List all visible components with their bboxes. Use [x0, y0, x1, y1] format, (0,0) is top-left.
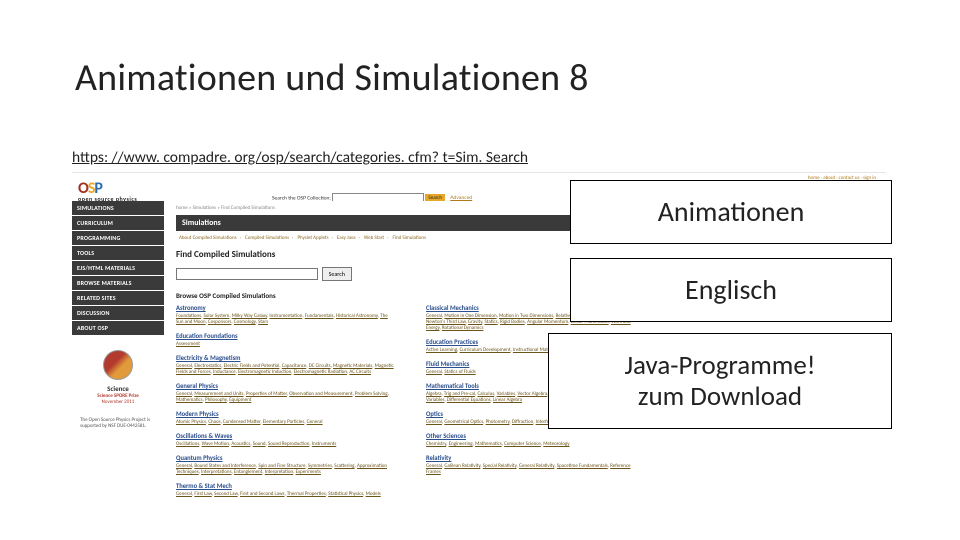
- tab-item[interactable]: Easy Java: [334, 235, 359, 241]
- category-block: Education FoundationsAssessment: [176, 332, 396, 347]
- category-heading[interactable]: Education Foundations: [176, 332, 396, 340]
- tab-item[interactable]: About Compiled Simulations: [176, 235, 240, 241]
- sponsor-text: The Open Source Physics Project is suppo…: [76, 417, 160, 430]
- category-links[interactable]: Oscillations, Wave Motion, Acoustics, So…: [176, 441, 396, 447]
- category-links[interactable]: General, Bound States and Interference, …: [176, 463, 396, 475]
- nav-item[interactable]: CURRICULUM: [72, 216, 164, 231]
- nav-item[interactable]: TOOLS: [72, 246, 164, 261]
- category-links[interactable]: Foundations, Solar System, Milky Way Gal…: [176, 313, 396, 325]
- category-heading[interactable]: Modern Physics: [176, 410, 396, 418]
- category-heading[interactable]: Astronomy: [176, 304, 396, 312]
- category-heading[interactable]: Other Sciences: [426, 432, 646, 440]
- tab-item[interactable]: Compiled Simulations: [242, 235, 292, 241]
- category-heading[interactable]: General Physics: [176, 382, 396, 390]
- nav-item[interactable]: RELATED SITES: [72, 291, 164, 306]
- category-links[interactable]: Assessment: [176, 341, 396, 347]
- category-block: General PhysicsGeneral, Measurement and …: [176, 382, 396, 403]
- category-heading[interactable]: Quantum Physics: [176, 454, 396, 462]
- sponsor-label: Science: [76, 384, 160, 393]
- category-block: Other SciencesChemistry, Engineering, Ma…: [426, 432, 646, 447]
- nav-item[interactable]: SIMULATIONS: [72, 201, 164, 216]
- sidebar-nav: SIMULATIONS CURRICULUM PROGRAMMING TOOLS…: [72, 201, 164, 336]
- page-heading-bar: Simulations: [176, 215, 618, 231]
- category-block: Oscillations & WavesOscillations, Wave M…: [176, 432, 396, 447]
- sponsor-date: November 2011: [76, 399, 160, 405]
- left-sidebar: SIMULATIONS CURRICULUM PROGRAMMING TOOLS…: [72, 201, 164, 434]
- category-links[interactable]: General, First Law, Second Law, First an…: [176, 491, 396, 497]
- tab-item[interactable]: Web Start: [361, 235, 387, 241]
- science-logo-icon: [103, 350, 133, 380]
- tab-item[interactable]: Physlet Applets: [294, 235, 331, 241]
- category-block: Electricity & MagnetismGeneral, Electros…: [176, 354, 396, 375]
- nav-item[interactable]: PROGRAMMING: [72, 231, 164, 246]
- nav-item[interactable]: EJS/HTML MATERIALS: [72, 261, 164, 276]
- slide: Animationen und Simulationen 8 https: //…: [0, 0, 960, 540]
- sponsor-block: Science Science SPORE Prize November 201…: [72, 346, 164, 434]
- category-block: RelativityGeneral, Galilean Relativity, …: [426, 454, 646, 475]
- category-block: Thermo & Stat MechGeneral, First Law, Se…: [176, 482, 396, 497]
- nav-item[interactable]: DISCUSSION: [72, 306, 164, 321]
- source-url[interactable]: https: //www. compadre. org/osp/search/c…: [72, 148, 528, 167]
- category-links[interactable]: Chemistry, Engineering, Mathematics, Com…: [426, 441, 646, 447]
- category-links[interactable]: General, Measurement and Units, Properti…: [176, 391, 396, 403]
- category-heading[interactable]: Thermo & Stat Mech: [176, 482, 396, 490]
- find-button[interactable]: Search: [322, 267, 352, 281]
- overlay-animationen: Animationen: [570, 180, 892, 244]
- category-block: Modern PhysicsAtomic Physics, Chaos, Con…: [176, 410, 396, 425]
- category-links[interactable]: Atomic Physics, Chaos, Condensed Matter,…: [176, 419, 396, 425]
- category-block: Quantum PhysicsGeneral, Bound States and…: [176, 454, 396, 475]
- category-heading[interactable]: Relativity: [426, 454, 646, 462]
- nav-item[interactable]: BROWSE MATERIALS: [72, 276, 164, 291]
- category-links[interactable]: General, Galilean Relativity, Special Re…: [426, 463, 646, 475]
- category-links[interactable]: General, Electrostatics, Electric Fields…: [176, 363, 396, 375]
- category-block: AstronomyFoundations, Solar System, Milk…: [176, 304, 396, 325]
- tab-item[interactable]: Find Simulations: [390, 235, 429, 241]
- nav-item[interactable]: ABOUT OSP: [72, 321, 164, 336]
- overlay-java-text: Java-Programme! zum Download: [624, 350, 815, 412]
- overlay-englisch: Englisch: [570, 258, 892, 322]
- page-title: Animationen und Simulationen 8: [75, 55, 589, 101]
- category-heading[interactable]: Electricity & Magnetism: [176, 354, 396, 362]
- category-heading[interactable]: Oscillations & Waves: [176, 432, 396, 440]
- overlay-java: Java-Programme! zum Download: [548, 333, 892, 429]
- find-input[interactable]: [176, 268, 318, 280]
